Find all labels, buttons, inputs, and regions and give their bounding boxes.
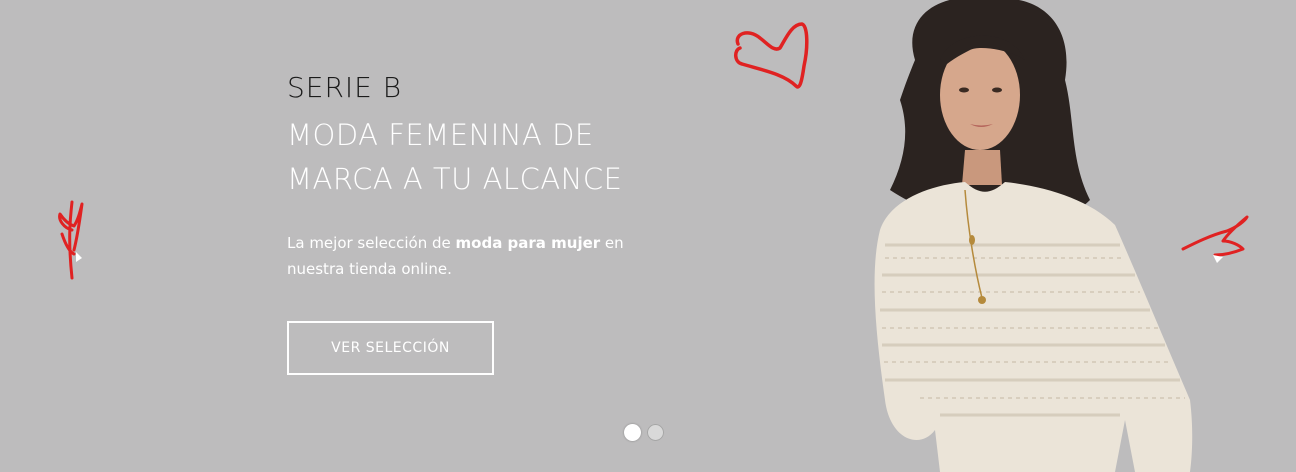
headline-line-2: MARCA A TU ALCANCE (287, 162, 623, 196)
description-bold: moda para mujer (455, 234, 601, 252)
headline-line-1: MODA FEMENINA DE (287, 118, 594, 152)
hero-slider: SERIE B MODA FEMENINA DE MARCA A TU ALCA… (0, 0, 1296, 472)
heart-doodle-icon (734, 22, 809, 89)
ver-seleccion-button[interactable]: VER SELECCIÓN (287, 321, 494, 375)
scribble-arrow-left-icon[interactable] (50, 190, 100, 285)
hero-headline: MODA FEMENINA DE MARCA A TU ALCANCE (287, 113, 707, 201)
scribble-arrow-right-icon[interactable] (1175, 205, 1255, 265)
description-prefix: La mejor selección de (287, 234, 456, 252)
hero-description: La mejor selección de moda para mujer en… (287, 230, 667, 282)
pagination-dot-1[interactable] (624, 424, 641, 441)
carousel-pagination (624, 424, 664, 441)
pagination-dot-2[interactable] (647, 424, 664, 441)
brand-title: SERIE B (287, 71, 403, 104)
